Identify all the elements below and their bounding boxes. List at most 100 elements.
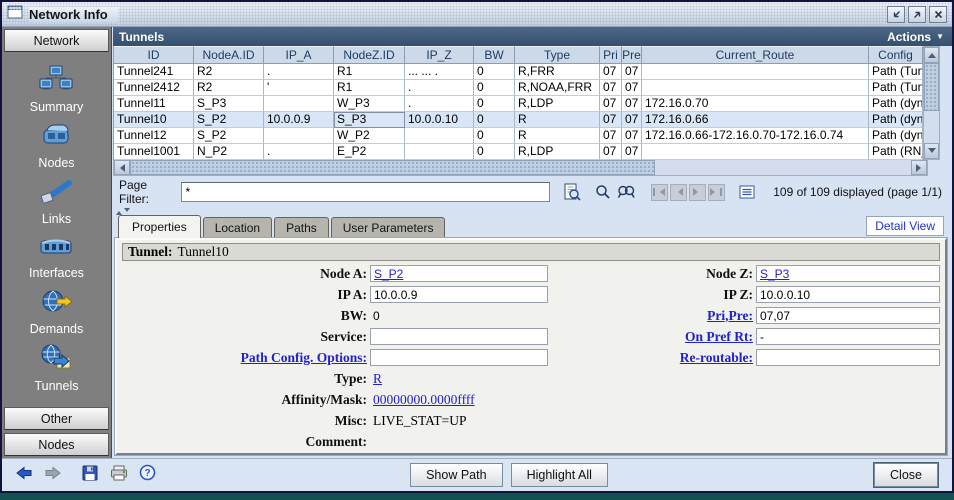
table-cell[interactable]: 07 [600,112,622,128]
table-cell[interactable]: . [264,64,334,80]
table-cell[interactable]: 10.0.0.10 [405,112,474,128]
field-value[interactable]: 10.0.0.10 [756,286,940,303]
last-page-button[interactable] [708,184,725,201]
vertical-scrollbar[interactable] [923,46,940,160]
column-header[interactable]: ID [114,46,194,64]
field-value[interactable] [370,328,548,345]
table-cell[interactable]: Tunnel2412 [114,80,194,96]
table-cell[interactable]: W_P3 [334,96,405,112]
back-button[interactable] [16,465,33,486]
maximize-button[interactable] [908,6,926,23]
table-cell[interactable]: 10.0.0.9 [264,112,334,128]
table-cell[interactable]: S_P2 [194,128,264,144]
column-header[interactable]: Config [869,46,923,64]
nodes-section-button[interactable]: Nodes [4,433,109,456]
horizontal-scrollbar[interactable] [113,160,928,176]
table-cell[interactable]: R [515,112,600,128]
table-cell[interactable]: Path (dynam [869,112,923,128]
table-cell[interactable]: 07 [622,128,642,144]
table-row[interactable]: Tunnel10S_P210.0.0.9S_P310.0.0.100R07071… [114,112,923,128]
column-header[interactable]: Pre [622,46,642,64]
table-cell[interactable]: 172.16.0.66 [642,112,869,128]
table-cell[interactable] [405,128,474,144]
column-header[interactable]: BW [474,46,515,64]
horizontal-scroll-thumb[interactable] [130,160,655,175]
sidebar-item-demands[interactable]: Demands [30,288,84,336]
tab-properties[interactable]: Properties [118,215,201,238]
page-filter-input[interactable] [181,182,550,202]
table-row[interactable]: Tunnel1001N_P2.E_P20R,LDP0707Path (RN_P [114,144,923,160]
network-section-button[interactable]: Network [4,29,109,52]
table-cell[interactable]: . [405,80,474,96]
table-cell[interactable]: R2 [194,64,264,80]
table-cell[interactable]: Tunnel11 [114,96,194,112]
field-value-link[interactable]: R [373,371,382,387]
table-cell[interactable]: 172.16.0.70 [642,96,869,112]
table-cell[interactable]: N_P2 [194,144,264,160]
table-cell[interactable]: 07 [600,128,622,144]
zoom-search-button[interactable] [592,182,612,202]
table-cell[interactable] [642,144,869,160]
table-cell[interactable] [264,128,334,144]
column-header[interactable]: IP_Z [405,46,474,64]
sidebar-item-interfaces[interactable]: Interfaces [29,234,84,280]
table-cell[interactable]: 07 [600,80,622,96]
page-list-button[interactable] [737,182,757,202]
scroll-right-button[interactable] [911,160,927,175]
detail-view-button[interactable]: Detail View [866,216,944,236]
table-row[interactable]: Tunnel11S_P3W_P3.0R,LDP0707172.16.0.70Pa… [114,96,923,112]
table-cell[interactable]: Path (Tunne [869,64,923,80]
table-cell[interactable] [642,64,869,80]
table-cell[interactable]: E_P2 [334,144,405,160]
close-window-button[interactable] [929,6,947,23]
table-cell[interactable]: 07 [622,144,642,160]
vertical-scroll-thumb[interactable] [924,63,939,111]
table-cell[interactable]: 07 [600,64,622,80]
field-value[interactable]: S_P2 [370,265,548,282]
column-header[interactable]: Current_Route [642,46,869,64]
table-cell[interactable]: 07 [622,64,642,80]
field-value[interactable]: S_P3 [756,265,940,282]
zoom-all-button[interactable] [617,182,637,202]
field-label-link[interactable]: Re-routable: [548,350,756,366]
table-cell[interactable] [405,144,474,160]
table-cell[interactable] [264,96,334,112]
field-value[interactable] [370,349,548,366]
table-cell[interactable]: Path (Tunne [869,80,923,96]
first-page-button[interactable] [651,184,668,201]
table-cell[interactable]: R2 [194,80,264,96]
column-header[interactable]: Pri [600,46,622,64]
table-cell[interactable]: ' [264,80,334,96]
column-header[interactable]: NodeA.ID [194,46,264,64]
table-row[interactable]: Tunnel12S_P2W_P20R0707172.16.0.66-172.16… [114,128,923,144]
column-header[interactable]: NodeZ.ID [334,46,405,64]
field-label-link[interactable]: Pri,Pre: [548,308,756,324]
table-cell[interactable]: 07 [600,96,622,112]
table-cell[interactable]: Tunnel12 [114,128,194,144]
field-value-link[interactable]: S_P2 [374,267,403,281]
split-pane-divider[interactable] [113,208,952,215]
table-row[interactable]: Tunnel2412R2'R1.0R,NOAA,FRR0707Path (Tun… [114,80,923,96]
table-cell[interactable]: 0 [474,144,515,160]
table-cell[interactable]: R,NOAA,FRR [515,80,600,96]
next-page-button[interactable] [689,184,706,201]
sidebar-item-links[interactable]: Links [40,178,74,226]
table-cell[interactable]: W_P2 [334,128,405,144]
actions-menu-button[interactable]: Actions ▼ [887,30,944,44]
titlebar[interactable]: Network Info [2,2,952,27]
table-cell[interactable]: 07 [622,112,642,128]
table-row[interactable]: Tunnel241R2.R1... ... .0R,FRR0707Path (T… [114,64,923,80]
field-value-link[interactable]: 00000000.0000ffff [373,392,475,408]
scroll-down-button[interactable] [924,143,939,159]
show-path-button[interactable]: Show Path [410,463,502,487]
table-cell[interactable]: 07 [622,96,642,112]
table-cell[interactable]: R1 [334,64,405,80]
table-cell[interactable]: Tunnel10 [114,112,194,128]
scroll-up-button[interactable] [924,47,939,63]
tab-paths[interactable]: Paths [274,217,329,238]
table-cell[interactable]: R [515,128,600,144]
table-cell[interactable]: Tunnel1001 [114,144,194,160]
tab-user-parameters[interactable]: User Parameters [331,217,446,238]
filter-preview-button[interactable] [562,182,582,202]
table-cell[interactable]: S_P2 [194,112,264,128]
